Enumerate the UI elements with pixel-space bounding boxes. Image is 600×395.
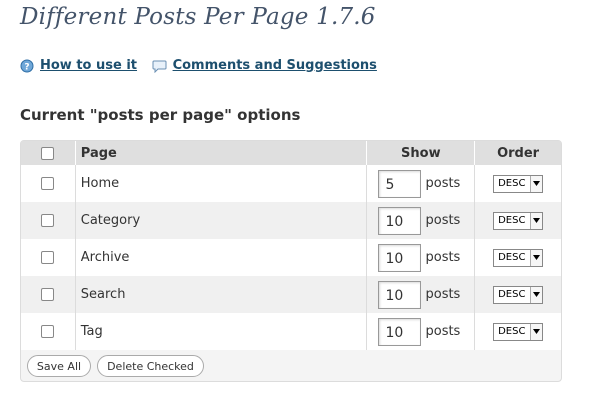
row-checkbox[interactable] xyxy=(41,251,55,264)
dropdown-arrow-icon xyxy=(530,249,543,266)
order-value: DESC xyxy=(498,215,526,226)
order-select[interactable]: DESC xyxy=(493,248,544,267)
dropdown-arrow-icon xyxy=(530,286,543,303)
table-row: Tag 10 posts DESC xyxy=(21,313,561,350)
delete-checked-button[interactable]: Delete Checked xyxy=(97,355,204,377)
page-name: Category xyxy=(75,202,368,239)
save-all-button[interactable]: Save All xyxy=(27,355,91,377)
table-row: Home 5 posts DESC xyxy=(21,165,561,202)
order-select[interactable]: DESC xyxy=(493,322,544,341)
svg-text:?: ? xyxy=(24,62,29,72)
help-links: ? How to use it Comments and Suggestions xyxy=(20,58,387,77)
column-header-order: Order xyxy=(474,141,561,165)
posts-unit: posts xyxy=(425,287,461,302)
options-panel: Page Show Order Home 5 posts DESC Categor… xyxy=(20,140,562,382)
page-name: Home xyxy=(75,165,368,202)
column-header-show: Show xyxy=(366,141,476,165)
order-value: DESC xyxy=(498,326,526,337)
dropdown-arrow-icon xyxy=(530,212,543,229)
page-name: Tag xyxy=(75,313,368,350)
table-row: Archive 10 posts DESC xyxy=(21,239,561,276)
column-header-page: Page xyxy=(75,141,368,165)
order-value: DESC xyxy=(498,289,526,300)
dropdown-arrow-icon xyxy=(530,175,543,192)
row-checkbox[interactable] xyxy=(41,177,55,190)
table-row: Category 10 posts DESC xyxy=(21,202,561,239)
posts-count-input[interactable]: 10 xyxy=(378,206,422,235)
page-name: Search xyxy=(75,276,368,313)
order-select[interactable]: DESC xyxy=(493,285,544,304)
posts-unit: posts xyxy=(425,176,461,191)
posts-count-input[interactable]: 10 xyxy=(378,317,422,346)
speech-bubble-icon xyxy=(152,59,167,73)
order-select[interactable]: DESC xyxy=(493,174,544,193)
dropdown-arrow-icon xyxy=(530,323,543,340)
row-checkbox[interactable] xyxy=(41,214,55,227)
select-all-cell xyxy=(21,141,76,165)
posts-count-input[interactable]: 5 xyxy=(378,169,422,198)
posts-count-input[interactable]: 10 xyxy=(378,280,422,309)
order-select[interactable]: DESC xyxy=(493,211,544,230)
how-to-use-label: How to use it xyxy=(40,58,138,73)
posts-unit: posts xyxy=(425,213,461,228)
row-checkbox[interactable] xyxy=(41,325,55,338)
select-all-checkbox[interactable] xyxy=(41,146,55,160)
posts-count-input[interactable]: 10 xyxy=(378,243,422,272)
section-heading: Current "posts per page" options xyxy=(20,106,301,124)
comments-link[interactable]: Comments and Suggestions xyxy=(152,58,377,73)
table-row: Search 10 posts DESC xyxy=(21,276,561,313)
options-table: Page Show Order Home 5 posts DESC Categor… xyxy=(21,141,561,350)
page-title: Different Posts Per Page 1.7.6 xyxy=(20,4,376,30)
help-icon: ? xyxy=(20,59,34,73)
page-name: Archive xyxy=(75,239,368,276)
comments-label: Comments and Suggestions xyxy=(172,58,377,73)
posts-unit: posts xyxy=(425,250,461,265)
order-value: DESC xyxy=(498,178,526,189)
how-to-use-link[interactable]: ? How to use it xyxy=(20,58,137,73)
posts-unit: posts xyxy=(425,324,461,339)
row-checkbox[interactable] xyxy=(41,288,55,301)
order-value: DESC xyxy=(498,252,526,263)
